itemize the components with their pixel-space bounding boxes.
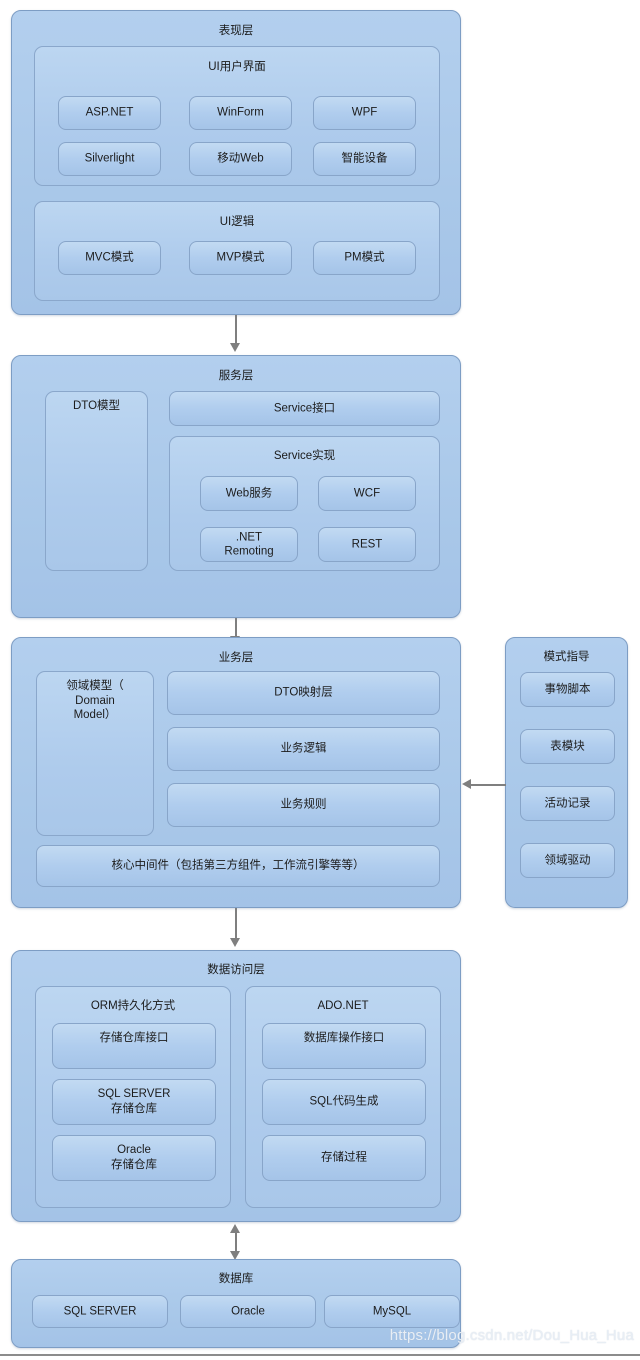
node-label: 核心中间件（包括第三方组件，工作流引擎等等）	[111, 859, 365, 872]
node-label: WCF	[353, 487, 381, 500]
arrow-left-icon	[462, 779, 471, 789]
node-winform[interactable]: WinForm	[189, 96, 292, 130]
node-mvp-pattern[interactable]: MVP模式	[189, 241, 292, 275]
arrow-down-icon	[230, 343, 240, 352]
node-sql-code-generation[interactable]: SQL代码生成	[262, 1079, 426, 1125]
node-label: 活动记录	[544, 797, 591, 810]
bottom-divider	[0, 1354, 640, 1356]
layer-database-title: 数据库	[218, 1273, 254, 1285]
group-orm-title: ORM持久化方式	[90, 1000, 176, 1012]
group-ado-net-title: ADO.NET	[317, 1000, 369, 1012]
layer-business-title: 业务层	[218, 652, 254, 664]
node-label: 领域驱动	[544, 854, 591, 867]
node-label: WinForm	[217, 106, 264, 119]
node-label: SQL代码生成	[309, 1095, 379, 1108]
node-business-logic[interactable]: 业务逻辑	[167, 727, 440, 771]
node-domain-driven[interactable]: 领域驱动	[520, 843, 615, 878]
architecture-diagram: 表现层 UI用户界面 ASP.NET WinForm WPF Silverlig…	[0, 0, 640, 1360]
node-label: MySQL	[372, 1305, 412, 1318]
node-label: Web服务	[225, 487, 273, 500]
node-label: Oracle	[231, 1305, 265, 1318]
node-label: MVC模式	[85, 251, 134, 264]
node-stored-procedure[interactable]: 存储过程	[262, 1135, 426, 1181]
node-label: .NET Remoting	[224, 530, 274, 558]
node-label: 事物脚本	[544, 683, 591, 696]
node-label: 移动Web	[217, 152, 264, 165]
connector-business-dataaccess	[235, 908, 237, 940]
node-label: ASP.NET	[85, 106, 134, 119]
node-label: Silverlight	[84, 152, 135, 165]
node-asp-net[interactable]: ASP.NET	[58, 96, 161, 130]
group-ui: UI用户界面 ASP.NET WinForm WPF Silverlight 移…	[34, 46, 440, 186]
group-ui-logic-title: UI逻辑	[219, 216, 255, 228]
layer-data-access: 数据访问层 ORM持久化方式 存储仓库接口 SQL SERVER 存储仓库 Or…	[11, 950, 461, 1222]
node-label: Oracle 存储仓库	[111, 1144, 157, 1171]
node-db-operation-interface[interactable]: 数据库操作接口	[262, 1023, 426, 1069]
node-sqlserver-repository[interactable]: SQL SERVER 存储仓库	[52, 1079, 216, 1125]
node-silverlight[interactable]: Silverlight	[58, 142, 161, 176]
node-label: 数据库操作接口	[303, 1032, 385, 1044]
node-mvc-pattern[interactable]: MVC模式	[58, 241, 161, 275]
node-label: 智能设备	[341, 152, 388, 165]
connector-presentation-service	[235, 315, 237, 345]
arrow-down-icon	[230, 938, 240, 947]
node-label: PM模式	[344, 251, 385, 264]
node-oracle-repository[interactable]: Oracle 存储仓库	[52, 1135, 216, 1181]
group-service-impl-title: Service实现	[273, 450, 336, 462]
layer-database: 数据库 SQL SERVER Oracle MySQL	[11, 1259, 461, 1348]
node-label: DTO模型	[72, 400, 121, 412]
node-label: Service接口	[273, 402, 336, 415]
node-dto-mapping-layer[interactable]: DTO映射层	[167, 671, 440, 715]
group-ui-logic: UI逻辑 MVC模式 MVP模式 PM模式	[34, 201, 440, 301]
node-label: 存储仓库接口	[99, 1032, 169, 1044]
node-label: 业务逻辑	[280, 742, 327, 755]
node-label: 存储过程	[321, 1151, 367, 1164]
connector-patternguide-business	[471, 784, 506, 786]
node-core-middleware[interactable]: 核心中间件（包括第三方组件，工作流引擎等等）	[36, 845, 440, 887]
node-business-rules[interactable]: 业务规则	[167, 783, 440, 827]
group-service-impl: Service实现 Web服务 WCF .NET Remoting REST	[169, 436, 440, 571]
node-rest[interactable]: REST	[318, 527, 416, 562]
node-sql-server[interactable]: SQL SERVER	[32, 1295, 168, 1328]
node-repository-interface[interactable]: 存储仓库接口	[52, 1023, 216, 1069]
node-label: MVP模式	[216, 251, 265, 264]
node-mysql[interactable]: MySQL	[324, 1295, 460, 1328]
node-label: 业务规则	[280, 798, 327, 811]
group-ado-net: ADO.NET 数据库操作接口 SQL代码生成 存储过程	[245, 986, 441, 1208]
panel-pattern-guide: 模式指导 事物脚本 表模块 活动记录 领域驱动	[505, 637, 628, 908]
node-wpf[interactable]: WPF	[313, 96, 416, 130]
node-label: SQL SERVER 存储仓库	[97, 1088, 171, 1115]
node-table-module[interactable]: 表模块	[520, 729, 615, 764]
layer-service-title: 服务层	[218, 370, 254, 382]
layer-business: 业务层 领域模型（ Domain Model） DTO映射层 业务逻辑 业务规则…	[11, 637, 461, 908]
node-pm-pattern[interactable]: PM模式	[313, 241, 416, 275]
node-label: WPF	[351, 106, 378, 119]
layer-service: 服务层 DTO模型 Service接口 Service实现 Web服务 WCF …	[11, 355, 461, 618]
node-net-remoting[interactable]: .NET Remoting	[200, 527, 298, 562]
group-orm: ORM持久化方式 存储仓库接口 SQL SERVER 存储仓库 Oracle 存…	[35, 986, 231, 1208]
node-oracle[interactable]: Oracle	[180, 1295, 316, 1328]
node-label: DTO映射层	[274, 686, 333, 699]
node-active-record[interactable]: 活动记录	[520, 786, 615, 821]
node-domain-model[interactable]: 领域模型（ Domain Model）	[36, 671, 154, 836]
node-label: 领域模型（ Domain Model）	[66, 680, 124, 722]
layer-data-access-title: 数据访问层	[207, 964, 265, 976]
node-web-service[interactable]: Web服务	[200, 476, 298, 511]
node-smart-device[interactable]: 智能设备	[313, 142, 416, 176]
node-label: REST	[351, 538, 383, 551]
node-wcf[interactable]: WCF	[318, 476, 416, 511]
node-dto-model[interactable]: DTO模型	[45, 391, 148, 571]
node-service-interface[interactable]: Service接口	[169, 391, 440, 426]
panel-pattern-guide-title: 模式指导	[543, 651, 590, 663]
node-label: SQL SERVER	[63, 1305, 137, 1318]
node-label: 表模块	[550, 740, 585, 753]
node-mobile-web[interactable]: 移动Web	[189, 142, 292, 176]
group-ui-title: UI用户界面	[208, 61, 266, 73]
node-transaction-script[interactable]: 事物脚本	[520, 672, 615, 707]
layer-presentation-title: 表现层	[218, 25, 254, 37]
layer-presentation: 表现层 UI用户界面 ASP.NET WinForm WPF Silverlig…	[11, 10, 461, 315]
